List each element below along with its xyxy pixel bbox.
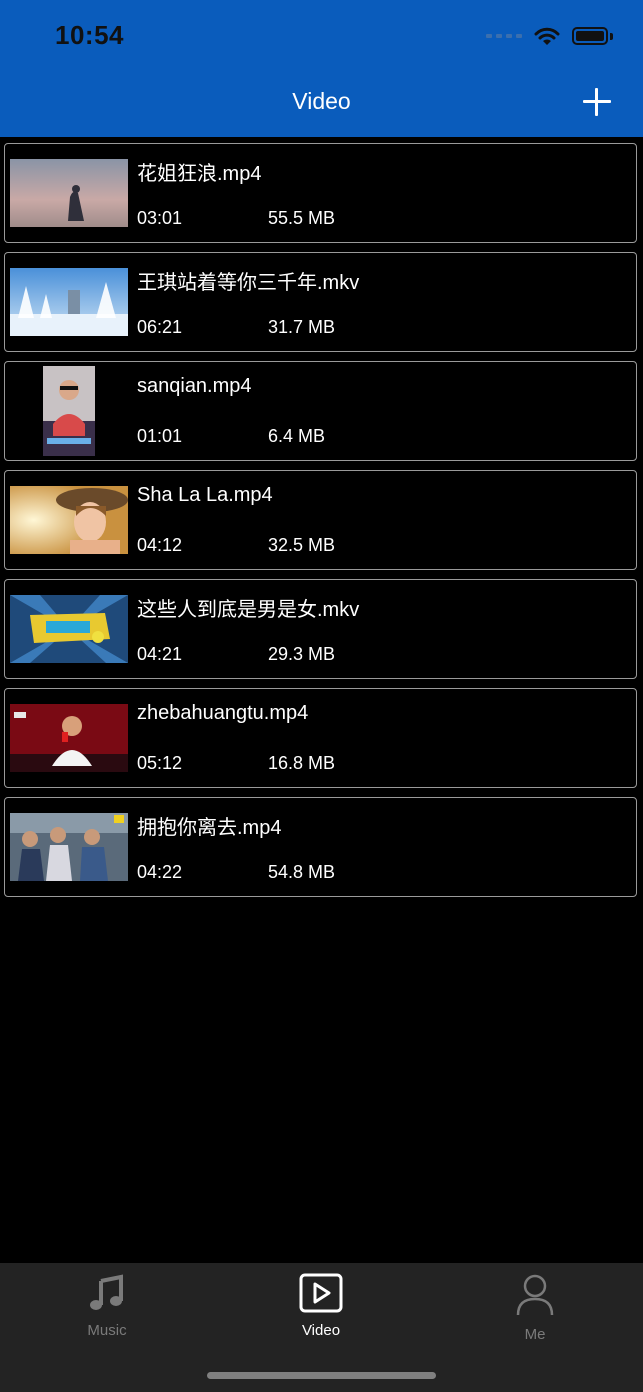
video-row[interactable]: 这些人到底是男是女.mkv 04:21 29.3 MB — [4, 579, 637, 679]
battery-tip — [610, 32, 613, 40]
video-thumbnail — [10, 704, 128, 772]
video-size: 55.5 MB — [268, 208, 336, 228]
battery-icon — [572, 27, 608, 45]
video-size: 54.8 MB — [268, 862, 336, 882]
video-thumbnail — [10, 268, 128, 336]
video-title: 花姐狂浪.mp4 — [137, 163, 262, 185]
video-size: 32.5 MB — [268, 535, 336, 555]
play-square-icon — [299, 1273, 343, 1317]
page-title: Video — [292, 88, 351, 114]
video-duration: 01:01 — [137, 426, 183, 446]
video-thumbnail — [10, 159, 128, 227]
video-size: 31.7 MB — [268, 317, 336, 337]
video-size: 6.4 MB — [268, 426, 326, 446]
video-title: Sha La La.mp4 — [137, 484, 273, 506]
video-row[interactable]: zhebahuangtu.mp4 05:12 16.8 MB — [4, 688, 637, 788]
video-row[interactable]: sanqian.mp4 01:01 6.4 MB — [4, 361, 637, 461]
status-time: 10:54 — [55, 20, 124, 50]
video-row[interactable]: 拥抱你离去.mp4 04:22 54.8 MB — [4, 797, 637, 897]
video-duration: 03:01 — [137, 208, 183, 228]
video-row[interactable]: 花姐狂浪.mp4 03:01 55.5 MB — [4, 143, 637, 243]
tab-label: Music — [87, 1322, 127, 1339]
video-title: zhebahuangtu.mp4 — [137, 702, 309, 724]
person-icon — [515, 1274, 555, 1321]
video-title: sanqian.mp4 — [137, 375, 252, 397]
header-bar: 10:54 Video — [0, 0, 643, 137]
music-note-icon — [87, 1274, 127, 1317]
tab-video[interactable]: Video — [261, 1273, 381, 1339]
video-title: 这些人到底是男是女.mkv — [137, 599, 360, 621]
video-row[interactable]: 王琪站着等你三千年.mkv 06:21 31.7 MB — [4, 252, 637, 352]
status-icons — [486, 24, 613, 48]
video-title: 拥抱你离去.mp4 — [137, 817, 282, 839]
video-size: 29.3 MB — [268, 644, 336, 664]
video-thumbnail — [43, 366, 95, 456]
video-size: 16.8 MB — [268, 753, 336, 773]
tab-me[interactable]: Me — [475, 1273, 595, 1343]
video-thumbnail — [10, 486, 128, 554]
tab-music[interactable]: Music — [47, 1273, 167, 1339]
video-row[interactable]: Sha La La.mp4 04:12 32.5 MB — [4, 470, 637, 570]
wifi-icon — [534, 26, 560, 46]
cellular-signal-icon — [486, 34, 522, 38]
video-thumbnail — [10, 813, 128, 881]
video-thumbnail — [10, 595, 128, 663]
video-duration: 04:22 — [137, 862, 183, 882]
home-indicator[interactable] — [207, 1372, 436, 1379]
video-duration: 04:21 — [137, 644, 183, 664]
video-title: 王琪站着等你三千年.mkv — [137, 272, 360, 294]
video-duration: 05:12 — [137, 753, 183, 773]
tab-label: Me — [524, 1326, 546, 1343]
tab-label: Video — [301, 1322, 341, 1339]
add-video-button[interactable] — [583, 88, 611, 116]
video-duration: 04:12 — [137, 535, 183, 555]
video-duration: 06:21 — [137, 317, 183, 337]
